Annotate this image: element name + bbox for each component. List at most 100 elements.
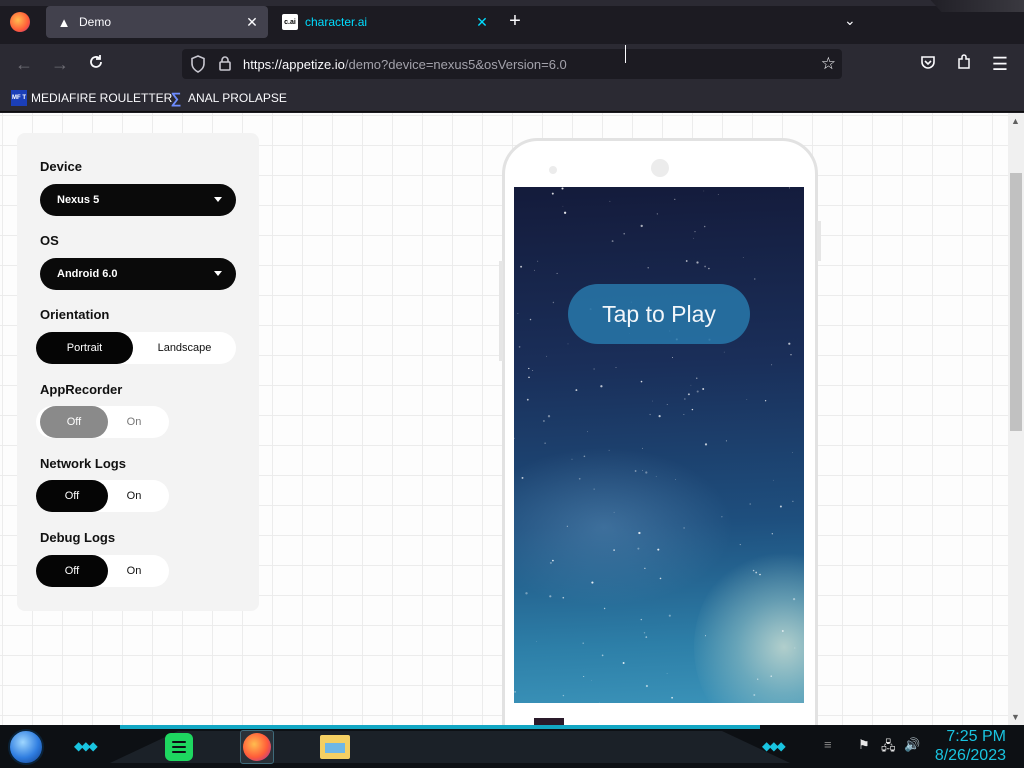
star	[582, 642, 584, 644]
os-select[interactable]: Android 6.0	[40, 258, 236, 290]
taskbar-chevrons-right: ◆◆◆	[762, 739, 786, 753]
hamburger-menu-icon[interactable]: ☰	[990, 54, 1010, 74]
star	[683, 414, 685, 415]
apprecorder-off-option[interactable]: Off	[40, 406, 108, 438]
network-icon[interactable]: 🖧	[881, 737, 896, 759]
tab-character-ai[interactable]: c.ai character.ai ✕	[272, 6, 498, 38]
star	[779, 505, 782, 508]
star	[521, 476, 524, 479]
url-host: https://appetize.io	[243, 57, 345, 72]
star	[788, 342, 791, 345]
star	[764, 400, 767, 402]
star	[561, 187, 564, 190]
reload-icon[interactable]	[86, 54, 106, 74]
star	[623, 232, 625, 235]
firefox-menu-icon[interactable]	[10, 12, 30, 32]
star	[672, 357, 674, 358]
star	[611, 240, 614, 243]
star	[529, 318, 532, 321]
flag-notification-icon[interactable]: ⚑	[858, 737, 870, 753]
bookmark-anal-prolapse[interactable]: ∑ ANAL PROLAPSE	[168, 90, 287, 106]
back-arrow-icon[interactable]: ←	[14, 54, 34, 74]
phone-speaker	[549, 166, 557, 174]
lock-icon[interactable]	[218, 55, 232, 71]
star	[684, 398, 686, 400]
starfield	[514, 187, 796, 703]
star	[532, 369, 534, 372]
bookmark-label: MEDIAFIRE ROULETTER	[31, 91, 173, 105]
tab-title: Demo	[79, 15, 112, 29]
tracking-protection-shield-icon[interactable]	[190, 55, 206, 73]
address-bar[interactable]: https://appetize.io/demo?device=nexus5&o…	[182, 49, 842, 79]
scroll-down-icon[interactable]: ▼	[1011, 712, 1020, 722]
file-explorer-taskbar-button[interactable]	[318, 730, 352, 764]
star	[772, 479, 774, 481]
forward-arrow-icon[interactable]: →	[50, 54, 70, 74]
star	[514, 437, 515, 440]
star	[603, 607, 606, 610]
apprecorder-on-option[interactable]: On	[108, 406, 160, 438]
emulator-screen[interactable]: Tap to Play	[514, 187, 804, 703]
star	[643, 632, 646, 634]
sigma-icon: ∑	[170, 89, 182, 107]
page-scrollbar[interactable]: ▲ ▼	[1008, 113, 1024, 725]
start-button[interactable]	[8, 729, 44, 765]
network-logs-off-option[interactable]: Off	[36, 480, 108, 512]
pocket-icon[interactable]	[918, 54, 938, 74]
firefox-taskbar-button[interactable]	[240, 730, 274, 764]
star	[562, 596, 565, 599]
star	[792, 500, 794, 502]
tab-demo[interactable]: ▲ Demo ✕	[46, 6, 268, 38]
star	[759, 573, 761, 576]
spotify-taskbar-button[interactable]	[162, 730, 196, 764]
star	[781, 630, 784, 632]
extensions-icon[interactable]	[954, 54, 974, 74]
star	[599, 701, 600, 703]
star	[609, 200, 611, 202]
show-desktop-icon[interactable]: ≡	[824, 737, 832, 752]
star	[659, 577, 662, 580]
star	[562, 694, 565, 697]
close-tab-icon[interactable]: ✕	[244, 14, 260, 31]
tap-to-play-button[interactable]: Tap to Play	[568, 284, 750, 344]
close-tab-icon[interactable]: ✕	[474, 14, 490, 31]
network-logs-on-option[interactable]: On	[108, 480, 160, 512]
star	[644, 567, 646, 569]
star	[666, 673, 668, 674]
star	[593, 488, 595, 490]
debug-logs-off-option[interactable]: Off	[36, 555, 108, 587]
orientation-landscape-option[interactable]: Landscape	[133, 332, 236, 364]
star	[708, 267, 710, 270]
debug-logs-on-option[interactable]: On	[108, 555, 160, 587]
star	[642, 447, 643, 449]
bookmark-star-icon[interactable]: ☆	[821, 54, 836, 74]
star	[683, 527, 685, 529]
star	[583, 455, 586, 458]
star	[656, 213, 658, 215]
star	[556, 272, 558, 274]
taskbar: ◆◆◆ ◆◆◆ ≡ ⚑ 🖧 🔊 7:25 PM 8/26/2023	[0, 725, 1024, 768]
star	[645, 636, 648, 638]
new-tab-button[interactable]: +	[505, 10, 525, 33]
star	[788, 187, 791, 189]
device-select[interactable]: Nexus 5	[40, 184, 236, 216]
os-value: Android 6.0	[57, 268, 118, 280]
list-all-tabs-chevron-down-icon[interactable]: ⌄	[844, 12, 856, 29]
bookmark-mediafire-rouletter[interactable]: MF T MEDIAFIRE ROULETTER	[11, 90, 172, 106]
volume-icon[interactable]: 🔊	[904, 737, 920, 753]
star	[771, 364, 773, 366]
orientation-portrait-option[interactable]: Portrait	[36, 332, 133, 364]
star	[655, 476, 657, 477]
star	[613, 549, 615, 551]
system-clock[interactable]: 7:25 PM 8/26/2023	[935, 727, 1006, 765]
taskbar-decoration	[110, 731, 790, 763]
url-text: https://appetize.io/demo?device=nexus5&o…	[243, 57, 567, 72]
scrollbar-thumb[interactable]	[1010, 173, 1022, 431]
star	[696, 377, 698, 379]
scroll-up-icon[interactable]: ▲	[1011, 116, 1020, 126]
text-cursor	[625, 45, 627, 63]
orientation-toggle: Portrait Landscape	[36, 332, 236, 364]
clock-date: 8/26/2023	[934, 747, 1006, 764]
star	[549, 595, 552, 598]
star	[657, 548, 660, 551]
